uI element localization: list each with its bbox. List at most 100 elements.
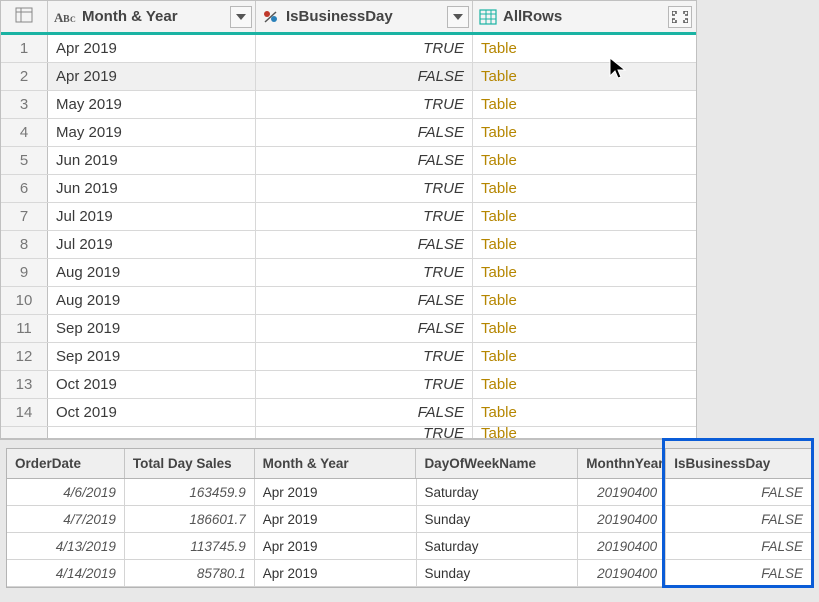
cell-orderdate[interactable]: 4/14/2019 [7,560,125,586]
cell-month-year[interactable]: Oct 2019 [48,399,256,426]
preview-row[interactable]: 4/14/201985780.1Apr 2019Sunday20190400FA… [7,560,811,587]
cell-isbusinessday[interactable]: TRUE [256,175,473,202]
row-number-cell[interactable]: 6 [1,175,48,202]
preview-row[interactable]: 4/13/2019113745.9Apr 2019Saturday2019040… [7,533,811,560]
table-row[interactable]: 7Jul 2019TRUETable [1,203,696,231]
cell-allrows-tablelink[interactable]: Table [473,203,695,230]
preview-col-dayofweekname[interactable]: DayOfWeekName [416,449,578,478]
filter-dropdown-button[interactable] [230,6,252,28]
cell-month-year[interactable]: Jun 2019 [48,147,256,174]
cell-totaldaysales[interactable]: 85780.1 [125,560,255,586]
cell-allrows-tablelink[interactable]: Table [473,287,695,314]
table-row[interactable]: 1Apr 2019TRUETable [1,35,696,63]
cell-isbusinessday[interactable]: FALSE [666,506,811,532]
row-number-cell[interactable]: 1 [1,35,48,62]
preview-col-orderdate[interactable]: OrderDate [7,449,125,478]
cell-month-year[interactable]: Jul 2019 [48,231,256,258]
cell-allrows-tablelink[interactable]: Table [473,371,695,398]
cell-month-year[interactable]: Jun 2019 [48,175,256,202]
row-number-header[interactable] [1,1,48,32]
row-number-cell[interactable]: 8 [1,231,48,258]
cell-allrows-tablelink[interactable]: Table [473,63,695,90]
cell-monthyear[interactable]: Apr 2019 [255,506,417,532]
cell-monthnyear[interactable]: 20190400 [578,560,666,586]
row-number-cell[interactable]: 14 [1,399,48,426]
row-number-cell[interactable]: 9 [1,259,48,286]
row-number-cell[interactable]: 5 [1,147,48,174]
cell-allrows-tablelink[interactable]: Table [473,315,695,342]
table-row[interactable]: 2Apr 2019FALSETable [1,63,696,91]
cell-month-year[interactable]: Sep 2019 [48,343,256,370]
table-row[interactable]: 11Sep 2019FALSETable [1,315,696,343]
cell-isbusinessday[interactable]: FALSE [256,287,473,314]
preview-col-totaldaysales[interactable]: Total Day Sales [125,449,255,478]
cell-isbusinessday[interactable]: TRUE [256,371,473,398]
cell-isbusinessday[interactable]: TRUE [256,259,473,286]
row-number-cell[interactable]: 4 [1,119,48,146]
cell-dayofweekname[interactable]: Sunday [417,506,579,532]
cell-isbusinessday[interactable]: FALSE [256,315,473,342]
cell-isbusinessday[interactable]: FALSE [666,533,811,559]
cell-allrows-tablelink[interactable]: Table [473,175,695,202]
cell-orderdate[interactable]: 4/6/2019 [7,479,125,505]
cell-month-year[interactable]: Apr 2019 [48,35,256,62]
cell-month-year[interactable]: May 2019 [48,119,256,146]
cell-allrows-tablelink[interactable]: Table [473,119,695,146]
cell-isbusinessday[interactable]: FALSE [256,63,473,90]
row-number-cell[interactable]: 3 [1,91,48,118]
cell-allrows-tablelink[interactable]: Table [473,231,695,258]
cell-allrows-tablelink[interactable]: Table [473,259,695,286]
table-row[interactable]: 6Jun 2019TRUETable [1,175,696,203]
cell-orderdate[interactable]: 4/13/2019 [7,533,125,559]
row-number-cell[interactable]: 7 [1,203,48,230]
preview-row[interactable]: 4/6/2019163459.9Apr 2019Saturday20190400… [7,479,811,506]
cell-isbusinessday[interactable]: FALSE [666,560,811,586]
cell-totaldaysales[interactable]: 163459.9 [125,479,255,505]
cell-monthyear[interactable]: Apr 2019 [255,479,417,505]
column-header-month-year[interactable]: ABC Month & Year [48,1,256,32]
row-number-cell[interactable]: 12 [1,343,48,370]
cell-dayofweekname[interactable]: Saturday [417,479,579,505]
cell-isbusinessday[interactable]: TRUE [256,343,473,370]
expand-column-button[interactable] [668,6,692,28]
table-row[interactable]: 12Sep 2019TRUETable [1,343,696,371]
cell-isbusinessday[interactable]: TRUE [256,35,473,62]
table-row[interactable]: 5Jun 2019FALSETable [1,147,696,175]
cell-totaldaysales[interactable]: 186601.7 [125,506,255,532]
cell-isbusinessday[interactable]: FALSE [256,231,473,258]
row-number-cell[interactable]: 13 [1,371,48,398]
cell-isbusinessday[interactable]: FALSE [256,147,473,174]
cell-monthnyear[interactable]: 20190400 [578,506,666,532]
table-row[interactable]: 3May 2019TRUETable [1,91,696,119]
cell-month-year[interactable]: Oct 2019 [48,371,256,398]
cell-dayofweekname[interactable]: Sunday [417,560,579,586]
row-number-cell[interactable]: 2 [1,63,48,90]
cell-isbusinessday[interactable]: FALSE [256,119,473,146]
preview-col-monthnyear[interactable]: MonthnYear [578,449,666,478]
cell-allrows-tablelink[interactable]: Table [473,343,695,370]
cell-orderdate[interactable]: 4/7/2019 [7,506,125,532]
cell-monthnyear[interactable]: 20190400 [578,533,666,559]
table-row[interactable]: 13Oct 2019TRUETable [1,371,696,399]
cell-month-year[interactable]: Aug 2019 [48,287,256,314]
cell-dayofweekname[interactable]: Saturday [417,533,579,559]
preview-row[interactable]: 4/7/2019186601.7Apr 2019Sunday20190400FA… [7,506,811,533]
cell-monthnyear[interactable]: 20190400 [578,479,666,505]
cell-month-year[interactable]: Apr 2019 [48,63,256,90]
preview-col-isbusinessday[interactable]: IsBusinessDay [666,449,811,478]
cell-allrows-tablelink[interactable]: Table [473,147,695,174]
cell-monthyear[interactable]: Apr 2019 [255,533,417,559]
cell-allrows-tablelink[interactable]: Table [473,91,695,118]
table-row[interactable]: 4May 2019FALSETable [1,119,696,147]
preview-col-monthyear[interactable]: Month & Year [255,449,417,478]
cell-totaldaysales[interactable]: 113745.9 [125,533,255,559]
cell-allrows-tablelink[interactable]: Table [473,399,695,426]
table-row[interactable]: 10Aug 2019FALSETable [1,287,696,315]
cell-isbusinessday[interactable]: FALSE [256,399,473,426]
cell-allrows-tablelink[interactable]: Table [473,35,695,62]
table-row[interactable]: 9Aug 2019TRUETable [1,259,696,287]
table-row[interactable]: 14Oct 2019FALSETable [1,399,696,427]
cell-isbusinessday[interactable]: TRUE [256,91,473,118]
cell-month-year[interactable]: Aug 2019 [48,259,256,286]
cell-month-year[interactable]: May 2019 [48,91,256,118]
